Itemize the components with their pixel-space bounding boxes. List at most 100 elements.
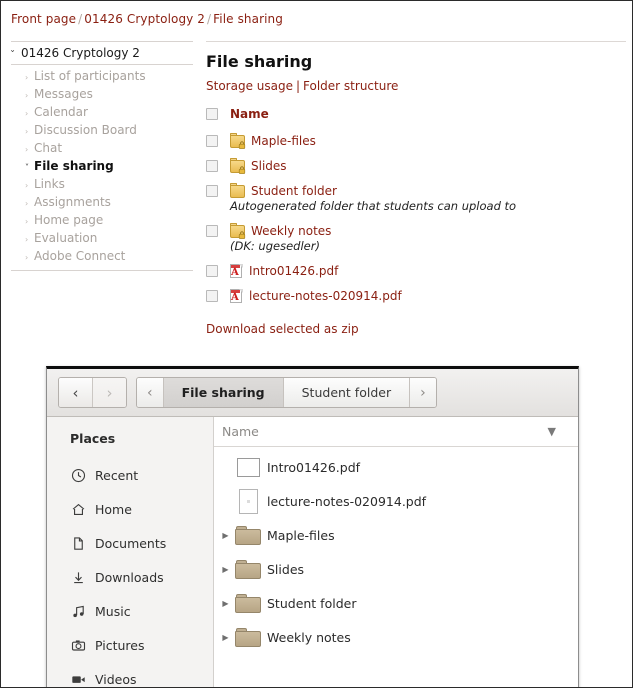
place-item-label: Home: [95, 501, 132, 517]
file-list-row[interactable]: Intro01426.pdf: [214, 450, 578, 484]
expand-triangle-icon[interactable]: ▶: [218, 531, 233, 540]
sidebar-item-messages[interactable]: › Messages: [11, 86, 193, 104]
places-title: Places: [70, 431, 116, 446]
expand-triangle-icon[interactable]: ▶: [218, 599, 233, 608]
file-row-name-line: Student folder: [230, 182, 516, 198]
sidebar-item-home-page[interactable]: › Home page: [11, 212, 193, 230]
forward-button[interactable]: ›: [92, 378, 126, 407]
file-list-header: Name ▼: [214, 417, 578, 447]
sidebar-item-label: Calendar: [34, 105, 88, 119]
breadcrumb: Front page/01426 Cryptology 2/File shari…: [11, 12, 283, 26]
sidebar-item-chat[interactable]: › Chat: [11, 140, 193, 158]
breadcrumb-item-file-sharing[interactable]: File sharing: [213, 12, 283, 26]
place-item-label: Downloads: [95, 569, 164, 585]
column-header-name[interactable]: Name: [230, 107, 269, 121]
sidebar-nav-list: › List of participants › Messages › Calendar ›…: [11, 65, 193, 270]
expand-triangle-icon[interactable]: ▶: [218, 565, 233, 574]
file-row-body: Student folder Autogenerated folder that …: [230, 182, 516, 213]
file-row-link[interactable]: Maple-files: [251, 134, 316, 148]
chevron-right-icon: ›: [25, 73, 29, 82]
pdf-file-icon: A: [230, 264, 243, 278]
chevron-right-icon: ›: [25, 127, 29, 136]
sidebar-item-calendar[interactable]: › Calendar: [11, 104, 193, 122]
place-item-home[interactable]: Home: [47, 492, 213, 526]
folder-structure-link[interactable]: Folder structure: [303, 79, 398, 93]
folder-icon: [230, 182, 245, 198]
chevron-right-icon: ›: [25, 253, 29, 262]
file-list-row[interactable]: ▶ Slides: [214, 552, 578, 586]
locked-folder-icon: [230, 222, 246, 239]
place-item-pictures[interactable]: Pictures: [47, 628, 213, 662]
file-list-row-name: Maple-files: [267, 527, 335, 543]
place-item-recent[interactable]: Recent: [47, 458, 213, 492]
file-row-link[interactable]: Intro01426.pdf: [249, 264, 338, 278]
path-crumb-file-sharing[interactable]: File sharing: [162, 378, 283, 407]
place-item-documents[interactable]: Documents: [47, 526, 213, 560]
place-item-label: Pictures: [95, 637, 145, 653]
sidebar: ˅ 01426 Cryptology 2 › List of participant…: [10, 41, 193, 271]
path-scroll-right-button[interactable]: ›: [409, 378, 436, 407]
places-sidebar: Places Recent Home Documents Downloads Music…: [47, 417, 214, 687]
sidebar-item-file-sharing[interactable]: ˅ File sharing: [11, 158, 193, 176]
row-checkbox[interactable]: [206, 265, 218, 277]
sidebar-item-evaluation[interactable]: › Evaluation: [11, 230, 193, 248]
clock-icon: [70, 468, 87, 483]
chevron-down-icon[interactable]: ▼: [548, 425, 578, 438]
video-camera-icon: [70, 672, 87, 687]
sidebar-item-links[interactable]: › Links: [11, 176, 193, 194]
path-scroll-left-button[interactable]: ‹: [137, 378, 163, 407]
path-bar: ‹ File sharing Student folder ›: [136, 377, 437, 408]
download-selected-as-zip-link[interactable]: Download selected as zip: [206, 322, 626, 336]
breadcrumb-item-front-page[interactable]: Front page: [11, 12, 76, 26]
row-checkbox[interactable]: [206, 135, 218, 147]
sidebar-bottom-rule: [11, 270, 193, 271]
row-checkbox[interactable]: [206, 185, 218, 197]
file-table-header-body: Name: [230, 107, 269, 121]
row-checkbox[interactable]: [206, 290, 218, 302]
file-list-row[interactable]: ▶ Student folder: [214, 586, 578, 620]
content-sublinks: Storage usage | Folder structure: [206, 79, 626, 93]
row-checkbox[interactable]: [206, 160, 218, 172]
chevron-right-icon: ›: [25, 181, 29, 190]
file-row-link[interactable]: Slides: [251, 159, 287, 173]
file-row-body: A Intro01426.pdf: [230, 264, 338, 278]
file-row-link[interactable]: lecture-notes-020914.pdf: [249, 289, 402, 303]
page-frame: Front page/01426 Cryptology 2/File shari…: [0, 0, 633, 688]
row-checkbox[interactable]: [206, 225, 218, 237]
place-item-label: Recent: [95, 467, 139, 483]
breadcrumb-separator: /: [207, 12, 212, 26]
main-content: File sharing Storage usage | Folder struct…: [206, 41, 626, 336]
sidebar-root-course[interactable]: ˅ 01426 Cryptology 2: [10, 42, 193, 64]
sidebar-item-label: Links: [34, 177, 65, 191]
breadcrumb-item-course[interactable]: 01426 Cryptology 2: [84, 12, 205, 26]
music-note-icon: [70, 604, 87, 619]
file-list-column-name[interactable]: Name: [222, 424, 548, 439]
sidebar-item-assignments[interactable]: › Assignments: [11, 194, 193, 212]
file-row-link[interactable]: Weekly notes: [251, 224, 331, 238]
back-button[interactable]: ‹: [59, 378, 92, 407]
place-item-label: Music: [95, 603, 131, 619]
place-item-videos[interactable]: Videos: [47, 662, 213, 687]
file-list-row-name: Slides: [267, 561, 305, 577]
place-item-music[interactable]: Music: [47, 594, 213, 628]
file-list-row[interactable]: lecture-notes-020914.pdf: [214, 484, 578, 518]
sidebar-item-discussion-board[interactable]: › Discussion Board: [11, 122, 193, 140]
sidebar-item-adobe-connect[interactable]: › Adobe Connect: [11, 248, 193, 266]
sidebar-item-list-of-participants[interactable]: › List of participants: [11, 68, 193, 86]
chevron-right-icon: ›: [25, 235, 29, 244]
place-item-downloads[interactable]: Downloads: [47, 560, 213, 594]
chevron-right-icon: ›: [25, 91, 29, 100]
select-all-checkbox[interactable]: [206, 108, 218, 120]
path-crumb-student-folder[interactable]: Student folder: [282, 378, 410, 407]
file-row-link[interactable]: Student folder: [251, 184, 337, 198]
file-list-row[interactable]: ▶ Maple-files: [214, 518, 578, 552]
file-table-row: Alecture-notes-020914.pdf: [206, 289, 626, 303]
expand-triangle-icon[interactable]: ▶: [218, 633, 233, 642]
file-row-note: (DK: ugesedler): [230, 239, 320, 253]
file-list-row-name: Weekly notes: [267, 629, 351, 645]
file-row-body: Weekly notes (DK: ugesedler): [230, 222, 331, 253]
storage-usage-link[interactable]: Storage usage: [206, 79, 293, 93]
document-thumbnail-icon: [233, 457, 263, 477]
file-list-row[interactable]: ▶ Weekly notes: [214, 620, 578, 654]
sidebar-item-label: Chat: [34, 141, 63, 155]
